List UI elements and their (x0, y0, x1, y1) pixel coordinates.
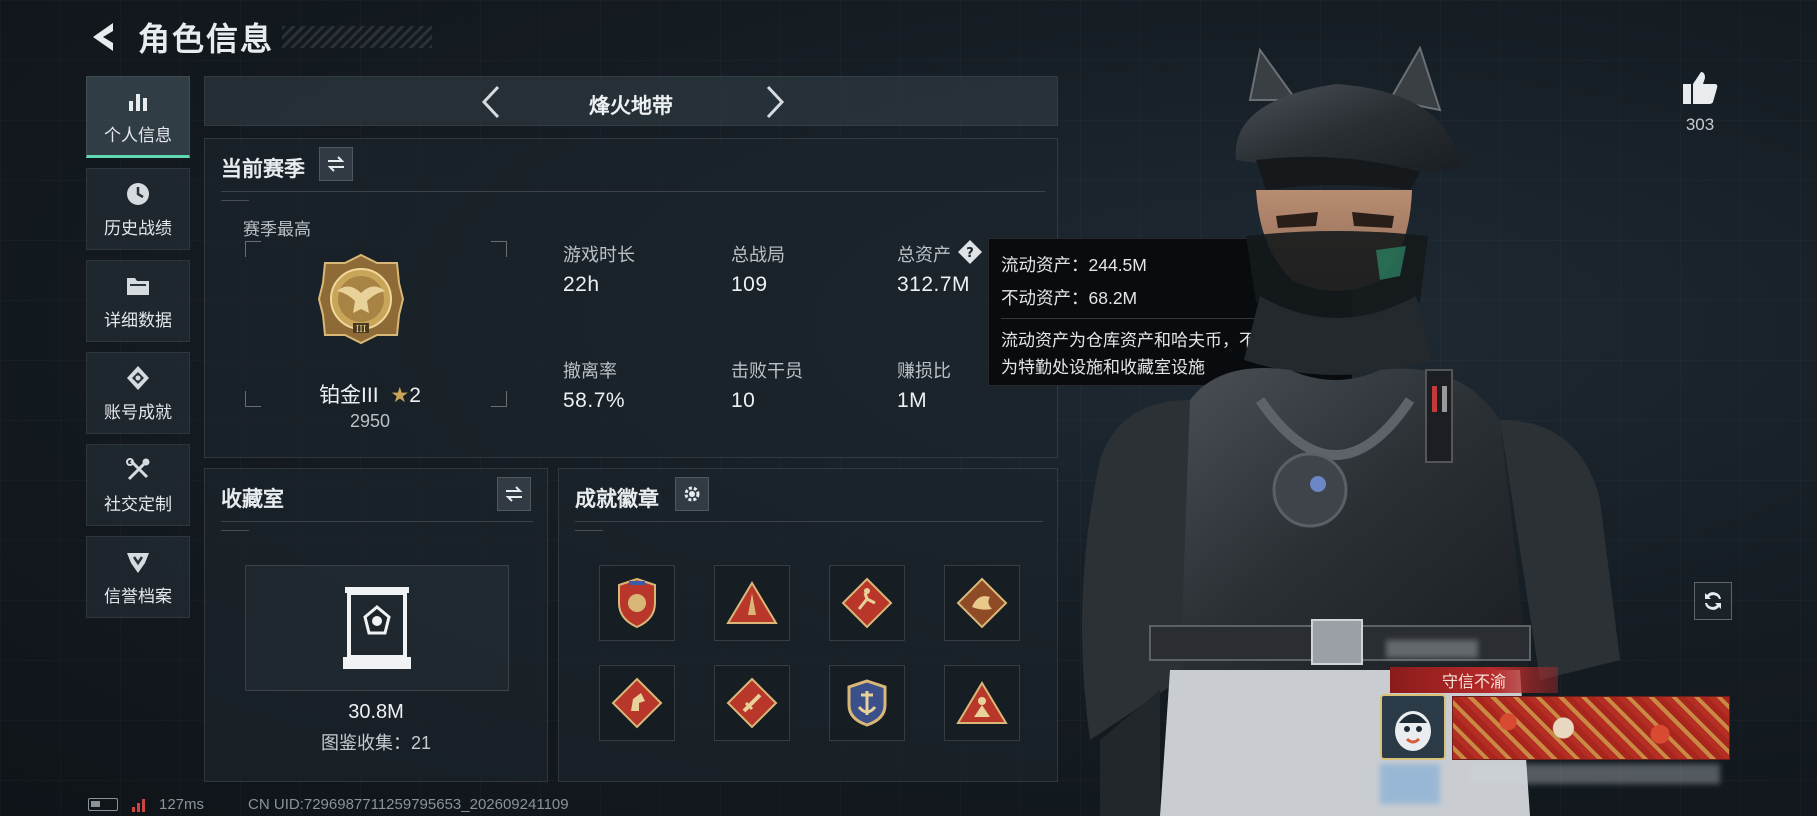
credit-label: 守信不渝 (1441, 674, 1506, 691)
star-icon: ★ (390, 384, 410, 407)
badge-horse-icon[interactable] (599, 665, 675, 741)
badge-soldier-icon[interactable] (944, 665, 1020, 741)
stat-value-matches: 109 (731, 273, 768, 296)
mode-selector: 烽火地带 (204, 76, 1058, 126)
divider (575, 521, 1043, 522)
frame-corner (491, 241, 507, 257)
stat-label-total-assets: 总资产 (897, 245, 951, 265)
stat-value-kills: 10 (731, 389, 756, 412)
stat-label-playtime: 游戏时长 (563, 245, 635, 265)
folder-icon (124, 272, 152, 300)
stat-value-extract-rate: 58.7% (563, 389, 626, 412)
tools-icon (124, 456, 152, 484)
achievement-icon (124, 364, 152, 392)
blurred-name (1386, 640, 1478, 658)
frame-corner (245, 241, 261, 257)
vault-case-icon (341, 585, 413, 676)
sidebar-item-social[interactable]: 社交定制 (86, 444, 190, 526)
divider (221, 525, 249, 531)
collection-panel: 收藏室 30.8M 图鉴收集：21 (204, 468, 548, 782)
badges-settings-button[interactable] (675, 477, 709, 511)
badge-sword-icon[interactable] (714, 665, 790, 741)
rank-emblem-icon: III (317, 253, 405, 350)
svg-text:III: III (356, 325, 367, 335)
sidebar-item-label: 详细数据 (104, 310, 172, 330)
rank-name-row: 铂金III ★2 (265, 379, 475, 409)
like-count: 303 (1685, 115, 1715, 134)
sidebar-item-label: 账号成就 (104, 402, 172, 422)
swap-icon (327, 156, 345, 172)
stat-label-profit-ratio: 赚损比 (897, 361, 951, 381)
sidebar-item-detailed-data[interactable]: 详细数据 (86, 260, 190, 342)
sidebar-item-label: 历史战绩 (104, 218, 172, 238)
page-title: 角色信息 (138, 21, 275, 57)
refresh-icon (1705, 592, 1721, 610)
sidebar-item-label: 社交定制 (104, 494, 172, 514)
ping-value: 127ms (159, 796, 205, 813)
credit-title-banner: 守信不渝 (1390, 667, 1558, 693)
badges-panel: 成就徽章 (558, 468, 1058, 782)
sidebar-item-label: 个人信息 (104, 125, 172, 145)
rank-points: 2950 (349, 411, 391, 431)
frame-corner (245, 391, 261, 407)
badge-runner-icon[interactable] (829, 565, 905, 641)
battery-icon (88, 798, 118, 811)
sidebar-item-reputation[interactable]: 信誉档案 (86, 536, 190, 618)
clock-icon (124, 180, 152, 208)
svg-text:?: ? (966, 246, 974, 261)
stat-label-extract-rate: 撤离率 (563, 361, 617, 381)
status-bar: 127ms CN UID:7296987711259795653_2026092… (88, 796, 569, 813)
swap-icon (505, 486, 523, 502)
bar-chart-icon (124, 87, 152, 115)
collection-switch-button[interactable] (497, 477, 531, 511)
sidebar-item-achievements[interactable]: 账号成就 (86, 352, 190, 434)
signal-icon (132, 798, 145, 812)
divider (575, 525, 603, 531)
stat-label-matches: 总战局 (731, 245, 785, 265)
rotate-character-button[interactable] (1694, 582, 1732, 620)
blurred-info (1470, 764, 1720, 784)
collection-value: 30.8M (348, 701, 404, 723)
sidebar-item-history[interactable]: 历史战绩 (86, 168, 190, 250)
title-decoration (282, 26, 433, 48)
badge-dragon-icon[interactable] (944, 565, 1020, 641)
sidebar-item-label: 信誉档案 (104, 586, 172, 606)
badge-shield-icon[interactable] (599, 565, 675, 641)
shield-icon (124, 548, 152, 576)
gear-icon (684, 486, 700, 502)
divider (221, 521, 533, 522)
back-arrow-icon[interactable] (86, 19, 118, 55)
sidebar-item-personal-info[interactable]: 个人信息 (86, 76, 190, 158)
stat-value-total-assets: 312.7M (897, 273, 971, 296)
player-card-art[interactable] (1452, 696, 1730, 760)
rank-stars: 2 (409, 384, 421, 407)
header: 角色信息 (86, 14, 433, 60)
divider (221, 195, 249, 201)
season-best-label: 赛季最高 (243, 220, 311, 239)
like-button[interactable]: 303 (1668, 70, 1732, 135)
uid-text: CN UID:7296987711259795653_202609241109 (248, 796, 569, 813)
stat-value-profit-ratio: 1M (897, 389, 928, 412)
sidebar: 个人信息 历史战绩 详细数据 账号成就 社交定制 信誉档案 (86, 76, 190, 628)
badge-anchor-icon[interactable] (829, 665, 905, 741)
season-switch-button[interactable] (319, 147, 353, 181)
next-mode-button[interactable] (759, 85, 791, 119)
thumbs-up-icon (1683, 72, 1718, 104)
avatar[interactable] (1380, 694, 1446, 760)
season-panel: 当前赛季 赛季最高 III 铂金III ★2 2950 游戏时长 22h 总战局… (204, 138, 1058, 458)
badge-rocket-icon[interactable] (714, 565, 790, 641)
badges-title: 成就徽章 (575, 488, 659, 511)
stat-label-kills: 击败干员 (731, 361, 803, 381)
blurred-avatar-frame (1380, 764, 1440, 804)
collection-count: 图鉴收集：21 (320, 733, 432, 753)
rank-name: 铂金III (319, 384, 379, 407)
stat-value-playtime: 22h (563, 273, 600, 296)
mode-label: 烽火地带 (589, 95, 673, 118)
divider (221, 191, 1045, 192)
help-icon[interactable]: ? (957, 239, 983, 265)
collection-title: 收藏室 (221, 488, 284, 511)
frame-corner (491, 391, 507, 407)
season-title: 当前赛季 (221, 158, 305, 181)
